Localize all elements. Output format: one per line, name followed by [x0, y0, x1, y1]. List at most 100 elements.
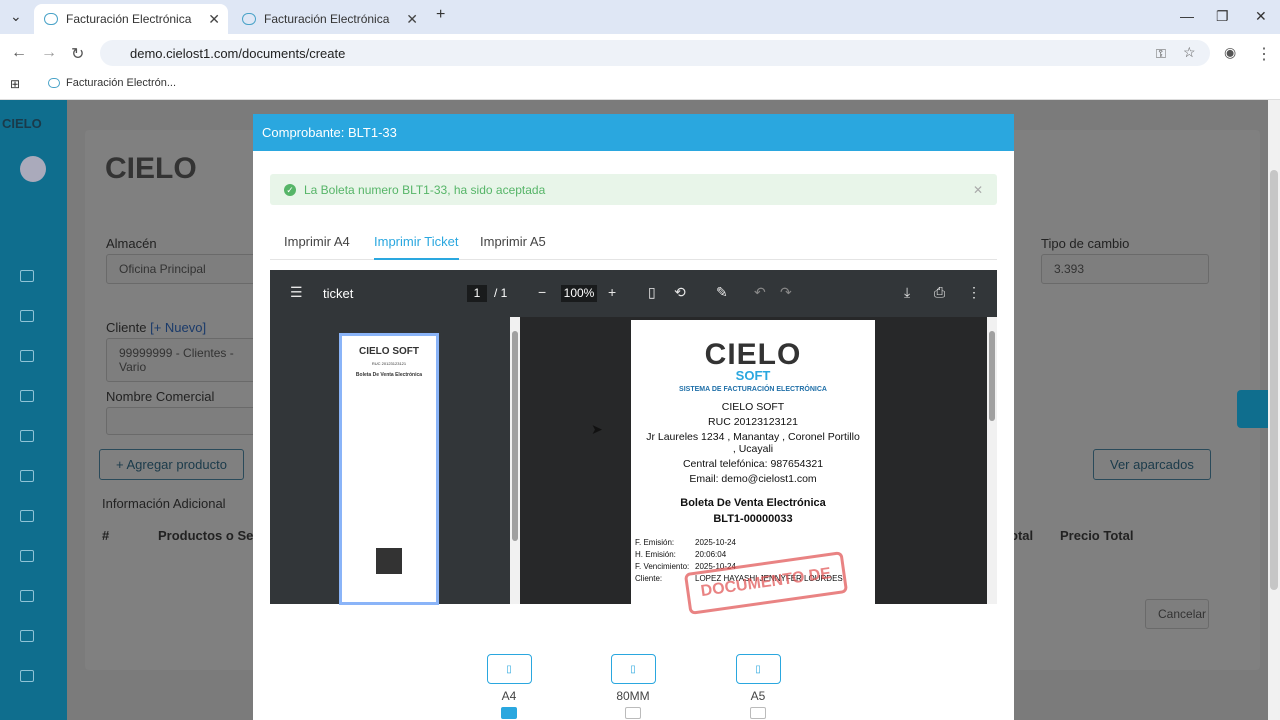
thumb-ruc: RUC 20123123121: [371, 361, 407, 366]
address-bar[interactable]: demo.cielost1.com/documents/create: [100, 40, 1210, 66]
page-scrollbar[interactable]: [1268, 100, 1280, 720]
document-icon[interactable]: ▯: [486, 654, 532, 684]
tab-imprimir-a4[interactable]: Imprimir A4: [284, 234, 350, 249]
page-number-input[interactable]: 1: [467, 285, 487, 302]
pos-icon[interactable]: [20, 390, 34, 402]
reload-icon[interactable]: ↻: [71, 44, 84, 64]
cliente-select[interactable]: 99999999 - Clientes - Vario: [106, 338, 256, 382]
documents-icon[interactable]: [20, 350, 34, 362]
zoom-input[interactable]: 100%: [561, 285, 597, 302]
page-scrollbar-thumb[interactable]: [1270, 170, 1278, 590]
thumbnail-scrollbar[interactable]: [510, 317, 520, 604]
nombre-comercial-label: Nombre Comercial: [106, 389, 215, 404]
modal-header: Comprobante: BLT1-33: [253, 114, 1014, 151]
print-icon[interactable]: ⎙: [934, 284, 945, 301]
download-icon[interactable]: ⤓: [904, 284, 910, 301]
format-checkbox[interactable]: [501, 707, 517, 719]
format-a4[interactable]: ▯ A4: [479, 654, 539, 719]
password-key-icon[interactable]: ⚿: [1156, 46, 1166, 62]
nombre-comercial-input[interactable]: [106, 407, 256, 435]
more-options-icon[interactable]: ⋮: [967, 284, 981, 301]
format-a5[interactable]: ▯ A5: [728, 654, 788, 719]
format-checkbox[interactable]: [625, 707, 641, 719]
browser-tab-active[interactable]: Facturación Electrónica ✕: [34, 4, 228, 34]
mouse-cursor-icon: ➤: [591, 421, 603, 437]
bookmark-item[interactable]: Facturación Electrón...: [48, 77, 176, 89]
avatar[interactable]: [20, 156, 46, 182]
floating-side-button[interactable]: [1237, 390, 1268, 428]
forward-icon[interactable]: →: [41, 44, 57, 62]
cancelar-button[interactable]: Cancelar: [1145, 599, 1209, 629]
qr-code: [376, 548, 402, 574]
sidebar-logo: CIELO: [2, 116, 42, 131]
minimize-icon[interactable]: —: [1180, 8, 1194, 24]
close-tab-icon[interactable]: ✕: [406, 11, 418, 28]
zoom-in-icon[interactable]: +: [608, 284, 616, 300]
new-tab-icon[interactable]: +: [436, 6, 445, 24]
tipo-cambio-label: Tipo de cambio: [1041, 236, 1130, 251]
format-80mm[interactable]: ▯ 80MM: [603, 654, 663, 719]
undo-icon[interactable]: ↶: [754, 284, 766, 301]
sidebar: CIELO: [0, 100, 67, 720]
back-icon[interactable]: ←: [11, 44, 27, 62]
column-header-precio-total: Precio Total: [1060, 528, 1134, 543]
tab-imprimir-a5[interactable]: Imprimir A5: [480, 234, 546, 249]
favicon-icon: [44, 13, 58, 25]
browser-tab[interactable]: Facturación Electrónica ✕: [232, 4, 426, 34]
column-header-number: #: [102, 528, 110, 543]
format-options: ▯ A4 ▯ 80MM ▯ A5: [253, 654, 1014, 720]
fit-page-icon[interactable]: ▯: [648, 284, 656, 301]
close-window-icon[interactable]: ✕: [1255, 8, 1267, 25]
dashboard-icon[interactable]: [20, 270, 34, 282]
document-icon[interactable]: ▯: [735, 654, 781, 684]
redo-icon[interactable]: ↷: [780, 284, 792, 301]
check-circle-icon: ✓: [284, 183, 296, 196]
info-adicional-toggle[interactable]: Información Adicional: [102, 496, 226, 511]
nuevo-cliente-link[interactable]: [+ Nuevo]: [150, 320, 206, 335]
document-icon[interactable]: ▯: [610, 654, 656, 684]
settings-icon[interactable]: [20, 670, 34, 682]
page-view-scrollbar[interactable]: [987, 317, 997, 604]
profile-icon[interactable]: ◉: [1224, 44, 1236, 61]
almacen-select[interactable]: Oficina Principal: [106, 254, 256, 284]
finance-icon[interactable]: [20, 590, 34, 602]
close-tab-icon[interactable]: ✕: [208, 11, 220, 28]
zoom-out-icon[interactable]: −: [538, 284, 546, 300]
reports-icon[interactable]: [20, 630, 34, 642]
tab-imprimir-ticket[interactable]: Imprimir Ticket: [374, 234, 459, 260]
close-alert-icon[interactable]: ✕: [973, 183, 983, 197]
tab-title: Facturación Electrónica: [264, 12, 390, 26]
products-icon[interactable]: [20, 470, 34, 482]
clients-icon[interactable]: [20, 510, 34, 522]
page-thumbnail[interactable]: CIELO SOFT RUC 20123123121 Boleta De Ven…: [339, 333, 439, 605]
pdf-viewer: ☰ ticket 1 / 1 − 100% + ▯ ⟲ ✎ ↶ ↷ ⤓ ⎙ ⋮ …: [270, 270, 997, 615]
store-icon[interactable]: [20, 430, 34, 442]
browser-tab-strip: ⌄ Facturación Electrónica ✕ Facturación …: [0, 0, 1280, 34]
bookmark-star-icon[interactable]: ☆: [1183, 44, 1196, 61]
format-label: A5: [750, 689, 766, 703]
ticket-logo-sub: SOFT: [735, 368, 771, 383]
ticket-row: F. Emisión: 2025-10-24: [635, 538, 736, 547]
form-logo: CIELO: [105, 152, 197, 185]
sales-icon[interactable]: [20, 310, 34, 322]
menu-kebab-icon[interactable]: ⋮: [1256, 44, 1272, 64]
pdf-toolbar: ☰ ticket 1 / 1 − 100% + ▯ ⟲ ✎ ↶ ↷ ⤓ ⎙ ⋮: [270, 270, 997, 317]
ver-aparcados-button[interactable]: Ver aparcados: [1093, 449, 1211, 480]
hamburger-menu-icon[interactable]: ☰: [290, 284, 303, 301]
agregar-producto-button[interactable]: + Agregar producto: [99, 449, 244, 480]
inventory-icon[interactable]: [20, 550, 34, 562]
ticket-logo: CIELO: [704, 338, 802, 371]
ticket-page: CIELO SOFT SISTEMA DE FACTURACIÓN ELECTR…: [631, 320, 875, 615]
bookmark-label: Facturación Electrón...: [66, 77, 177, 89]
success-alert: ✓ La Boleta numero BLT1-33, ha sido acep…: [270, 174, 997, 205]
apps-grid-icon[interactable]: ⊞: [10, 77, 20, 91]
tipo-cambio-input[interactable]: 3.393: [1041, 254, 1209, 284]
format-checkbox[interactable]: [750, 707, 766, 719]
ticket-ruc: RUC 20123123121: [708, 416, 798, 428]
maximize-icon[interactable]: ❐: [1216, 8, 1229, 25]
bookmarks-bar: ⊞ Facturación Electrón...: [0, 72, 1280, 100]
thumb-company: CIELO SOFT: [359, 346, 419, 357]
tab-search-icon[interactable]: ⌄: [10, 8, 22, 25]
rotate-icon[interactable]: ⟲: [674, 284, 686, 301]
annotate-icon[interactable]: ✎: [716, 284, 728, 301]
